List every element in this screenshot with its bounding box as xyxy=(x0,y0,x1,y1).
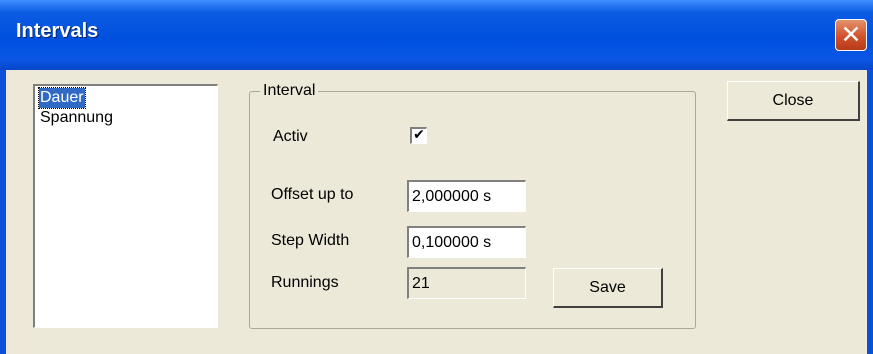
activ-checkbox[interactable]: ✔ xyxy=(410,127,427,144)
save-button[interactable]: Save xyxy=(553,268,663,308)
title-bar[interactable]: Intervals ✕ xyxy=(0,0,873,70)
close-window-icon[interactable]: ✕ xyxy=(835,19,867,51)
list-item-dauer[interactable]: Dauer xyxy=(38,87,86,109)
runnings-field xyxy=(407,267,526,299)
offset-input[interactable] xyxy=(407,180,526,212)
interval-group-label: Interval xyxy=(260,81,319,101)
window-title: Intervals xyxy=(16,20,99,42)
intervals-dialog: Intervals ✕ Dauer Spannung Interval Acti… xyxy=(0,0,873,354)
close-button[interactable]: Close xyxy=(727,81,860,121)
offset-label: Offset up to xyxy=(271,186,354,203)
activ-label: Activ xyxy=(273,128,308,145)
window-frame-right xyxy=(867,70,873,354)
runnings-label: Runnings xyxy=(271,274,339,291)
interval-list[interactable]: Dauer Spannung xyxy=(33,84,218,328)
step-width-label: Step Width xyxy=(271,232,350,249)
step-width-input[interactable] xyxy=(407,226,526,258)
list-item-spannung[interactable]: Spannung xyxy=(39,108,114,128)
